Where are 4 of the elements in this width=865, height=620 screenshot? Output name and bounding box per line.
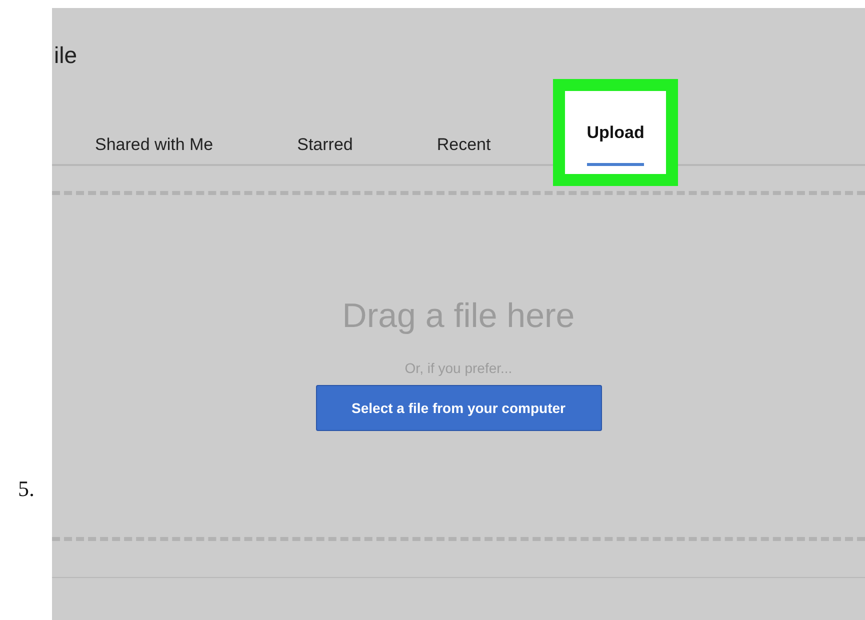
dialog-title: ile <box>54 42 78 69</box>
highlighted-tab[interactable]: Upload <box>552 79 678 186</box>
select-file-button[interactable]: Select a file from your computer <box>316 385 602 431</box>
step-number: 5. <box>18 476 34 502</box>
